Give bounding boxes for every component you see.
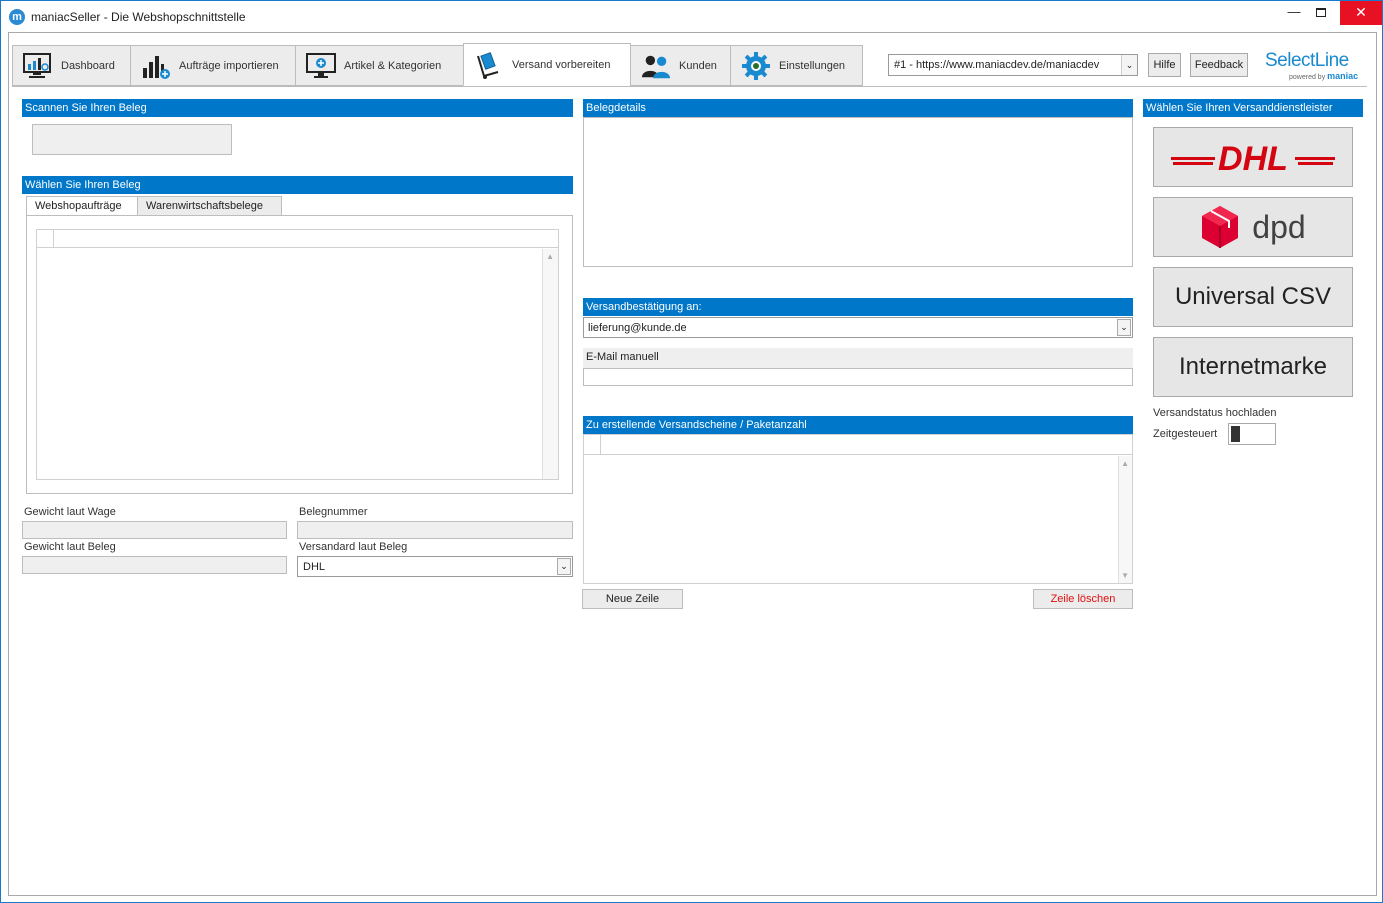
tab-label: Aufträge importieren <box>179 59 279 72</box>
grid-scrollbar[interactable] <box>542 249 558 479</box>
chevron-down-icon[interactable]: ⌄ <box>1121 55 1137 75</box>
versandart-value: DHL <box>303 561 326 573</box>
status-upload-label: Versandstatus hochladen <box>1153 407 1277 419</box>
grid-column-divider <box>600 435 601 455</box>
belegdetails-header: Belegdetails <box>583 99 1133 117</box>
tab-artikel[interactable]: Artikel & Kategorien <box>295 45 464 86</box>
app-window: m maniacSeller - Die Webshopschnittstell… <box>0 0 1383 903</box>
tab-divider <box>12 86 1367 87</box>
dhl-logo-text: DHL <box>1218 140 1288 177</box>
maximize-icon <box>1316 8 1326 18</box>
tab-warenwirtschaftsbelege[interactable]: Warenwirtschaftsbelege <box>137 196 282 216</box>
scroll-down-icon[interactable]: ▼ <box>1121 571 1129 580</box>
shipments-grid[interactable]: ▲ ▼ <box>583 434 1133 584</box>
internetmarke-label: Internetmarke <box>1178 353 1328 380</box>
belegdetails-panel <box>583 117 1133 267</box>
universal-csv-label: Universal CSV <box>1174 283 1332 310</box>
tab-label: Kunden <box>679 59 717 72</box>
tab-kunden[interactable]: Kunden <box>630 45 731 86</box>
monitor-icon <box>306 51 336 81</box>
universal-csv-button[interactable]: Universal CSV <box>1153 267 1353 327</box>
new-row-button[interactable]: Neue Zeile <box>582 589 683 609</box>
window-title: maniacSeller - Die Webshopschnittstelle <box>31 10 246 24</box>
shipments-header: Zu erstellende Versandscheine / Paketanz… <box>583 416 1133 434</box>
internetmarke-button[interactable]: Internetmarke <box>1153 337 1353 397</box>
email-manual-label-bar: E-Mail manuell <box>583 348 1133 368</box>
grid-header-row <box>37 230 558 248</box>
grid-header-row <box>584 435 1132 455</box>
help-button[interactable]: Hilfe <box>1148 53 1181 77</box>
email-manual-label: E-Mail manuell <box>586 351 659 363</box>
scroll-up-icon[interactable]: ▲ <box>1121 459 1129 468</box>
scroll-up-icon[interactable]: ▲ <box>546 252 554 261</box>
tab-label: Versand vorbereiten <box>512 58 611 71</box>
scheduled-toggle[interactable] <box>1228 423 1276 445</box>
brand-powered: powered by maniac <box>1289 71 1359 81</box>
feedback-button[interactable]: Feedback <box>1190 53 1248 77</box>
confirmation-value: lieferung@kunde.de <box>588 322 687 334</box>
versandart-select[interactable]: DHL ⌄ <box>297 556 573 577</box>
customers-icon <box>641 51 671 81</box>
shop-select[interactable]: #1 - https://www.maniacdev.de/maniacdev … <box>888 54 1138 76</box>
dhl-button[interactable]: DHL <box>1153 127 1353 187</box>
tab-label: Dashboard <box>61 59 115 72</box>
main-area: Dashboard Aufträge importieren Artikel &… <box>8 32 1377 896</box>
belegnummer-label: Belegnummer <box>299 506 368 518</box>
beleg-grid[interactable]: ▲ <box>36 229 559 480</box>
dpd-button[interactable]: dpd <box>1153 197 1353 257</box>
maximize-button[interactable] <box>1306 1 1336 25</box>
tab-einstellungen[interactable]: Einstellungen <box>730 45 863 86</box>
dhl-logo-icon: DHL <box>1171 140 1335 177</box>
tab-versand[interactable]: Versand vorbereiten <box>463 43 631 86</box>
gewicht-beleg-field[interactable] <box>22 556 287 574</box>
tab-auftraege[interactable]: Aufträge importieren <box>130 45 296 86</box>
carrier-header: Wählen Sie Ihren Versanddienstleister <box>1143 99 1363 117</box>
tab-label: Einstellungen <box>779 59 846 72</box>
tab-label: Artikel & Kategorien <box>344 59 442 72</box>
gewicht-wage-label: Gewicht laut Wage <box>24 506 116 518</box>
title-bar: m maniacSeller - Die Webshopschnittstell… <box>1 1 1382 32</box>
bar-chart-icon <box>141 51 171 81</box>
delete-row-button[interactable]: Zeile löschen <box>1033 589 1133 609</box>
dpd-cube-icon <box>1202 206 1239 248</box>
chevron-down-icon[interactable]: ⌄ <box>1117 319 1131 336</box>
chevron-down-icon[interactable]: ⌄ <box>557 558 571 575</box>
choose-beleg-header: Wählen Sie Ihren Beleg <box>22 176 573 194</box>
gewicht-beleg-label: Gewicht laut Beleg <box>24 541 116 553</box>
selectline-logo: SelectLine powered by maniac <box>1265 50 1369 81</box>
scan-input[interactable] <box>32 124 232 155</box>
belegnummer-field[interactable] <box>297 521 573 539</box>
tab-webshopauftraege[interactable]: Webshopaufträge <box>26 196 138 216</box>
confirmation-select[interactable]: lieferung@kunde.de ⌄ <box>583 317 1133 338</box>
grid-column-divider <box>53 230 54 248</box>
gear-icon <box>741 51 771 81</box>
versandart-label: Versandard laut Beleg <box>299 541 408 553</box>
gewicht-wage-field[interactable] <box>22 521 287 539</box>
confirmation-header: Versandbestätigung an: <box>583 298 1133 316</box>
scheduled-label: Zeitgesteuert <box>1153 428 1218 440</box>
dashboard-icon <box>23 51 53 81</box>
close-button[interactable]: ✕ <box>1340 1 1382 25</box>
toggle-knob <box>1231 426 1240 442</box>
tab-dashboard[interactable]: Dashboard <box>12 45 131 86</box>
minimize-button[interactable]: — <box>1279 1 1309 25</box>
scan-header: Scannen Sie Ihren Beleg <box>22 99 573 117</box>
app-logo-icon: m <box>9 9 25 25</box>
hand-truck-icon <box>474 50 504 80</box>
dpd-logo-text: dpd <box>1252 208 1306 245</box>
shop-select-value: #1 - https://www.maniacdev.de/maniacdev <box>894 59 1100 71</box>
brand-name: SelectLine <box>1265 50 1349 71</box>
grid-scrollbar[interactable] <box>1118 456 1132 583</box>
email-manual-field[interactable] <box>583 368 1133 386</box>
